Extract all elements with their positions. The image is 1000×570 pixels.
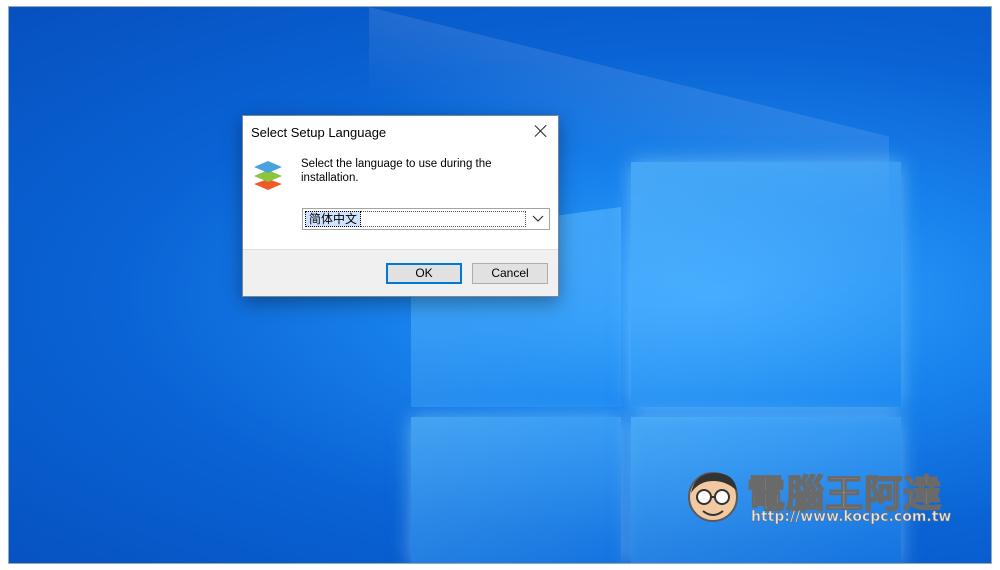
language-select[interactable]: 简体中文: [302, 208, 550, 230]
cancel-button[interactable]: Cancel: [472, 263, 548, 284]
dialog-prompt: Select the language to use during the in…: [301, 158, 492, 184]
windows-logo-pane-bottom-left: [411, 417, 621, 563]
ok-button[interactable]: OK: [386, 263, 462, 284]
dialog-title: Select Setup Language: [251, 125, 387, 140]
dialog-titlebar[interactable]: Select Setup Language: [243, 116, 558, 147]
close-icon[interactable]: [530, 120, 552, 142]
dialog-footer: OK Cancel: [243, 249, 558, 296]
mascot-face-icon: [688, 472, 738, 522]
chevron-down-icon[interactable]: [532, 212, 544, 224]
onlyoffice-layers-icon: [254, 161, 282, 190]
language-select-value: 简体中文: [305, 211, 362, 227]
setup-language-dialog: Select Setup Language Select the languag…: [242, 115, 559, 297]
windows-logo-pane-top-right: [631, 162, 901, 407]
watermark: 電腦王阿達 http://www.kocpc.com.tw: [681, 459, 952, 529]
watermark-url: http://www.kocpc.com.tw: [751, 509, 952, 526]
